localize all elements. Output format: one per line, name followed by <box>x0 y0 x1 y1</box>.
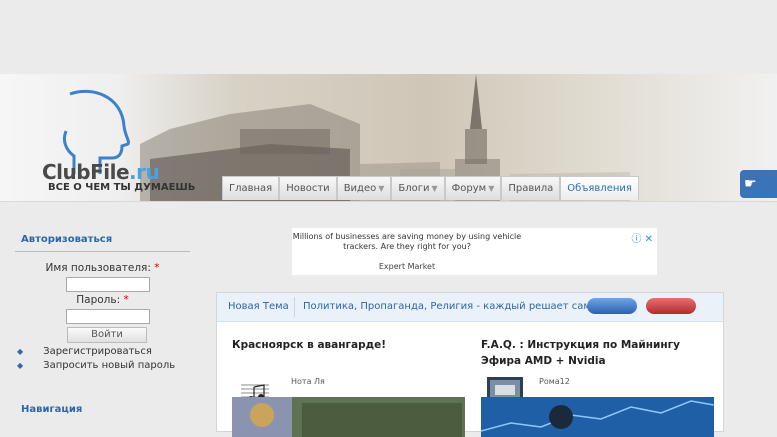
top-banner-area <box>0 0 777 74</box>
post-title[interactable]: Красноярск в авангарде! <box>232 337 462 353</box>
nav-label: Объявления <box>567 183 632 194</box>
share-hand-icon: ☛ <box>744 176 757 192</box>
chevron-down-icon: ▼ <box>378 184 385 193</box>
register-link-text: Зарегистрироваться <box>43 346 152 357</box>
ad-brand: Expert Market <box>378 262 436 271</box>
main-area: Авторизоваться Имя пользователя: * Парол… <box>0 202 777 437</box>
nav-item-news[interactable]: Новости <box>279 176 337 200</box>
post-title[interactable]: F.A.Q. : Инструкция по Майнингу Эфира AM… <box>481 337 711 369</box>
nav-item-video[interactable]: Видео ▼ <box>336 176 392 200</box>
reset-password-link-text: Запросить новый пароль <box>43 360 176 371</box>
nav-label: Блоги <box>398 183 430 194</box>
topic-tabs: Новая Тема Политика, Пропаганда, Религия… <box>217 293 723 322</box>
required-mark: * <box>123 294 129 306</box>
username-input[interactable] <box>66 277 150 292</box>
username-label-text: Имя пользователя: <box>45 262 151 274</box>
nav-item-rules[interactable]: Правила <box>501 176 561 200</box>
navigation-block-title: Навигация <box>21 404 83 415</box>
post-author[interactable]: Нота Ля <box>291 377 325 386</box>
nav-label: Главная <box>229 183 273 194</box>
share-button[interactable]: ☛ <box>740 170 777 198</box>
bullet-icon: ◆ <box>17 347 24 356</box>
logo-main: ClubFile <box>42 160 130 184</box>
post-author[interactable]: Рома12 <box>539 377 570 386</box>
nav-label: Форум <box>451 183 487 194</box>
chevron-down-icon: ▼ <box>488 184 495 193</box>
reset-password-link[interactable]: ◆ Запросить новый пароль <box>17 360 175 371</box>
nav-label: Видео <box>343 183 377 194</box>
login-block-title: Авторизоваться <box>21 234 113 245</box>
tab-politics[interactable]: Политика, Пропаганда, Религия - каждый р… <box>303 301 591 312</box>
site-slogan: ВСЕ О ЧЕМ ТЫ ДУМАЕШЬ <box>48 182 196 193</box>
login-button[interactable]: Войти <box>67 327 147 343</box>
ad-info-close-icon[interactable]: ⓘ ✕ <box>631 230 653 245</box>
logo-suffix: .ru <box>129 160 160 184</box>
nav-item-blogs[interactable]: Блоги ▼ <box>391 176 445 200</box>
nav-item-home[interactable]: Главная <box>222 176 280 200</box>
password-input[interactable] <box>66 309 150 324</box>
post-image[interactable] <box>481 397 714 437</box>
divider <box>15 251 190 252</box>
nav-label: Правила <box>508 183 554 194</box>
main-nav: Главная Новости Видео ▼ Блоги ▼ Форум ▼ Пра… <box>222 176 639 200</box>
chevron-down-icon: ▼ <box>431 184 438 193</box>
post-image[interactable] <box>232 397 465 437</box>
password-label-text: Пароль: <box>76 294 121 306</box>
tab-divider <box>294 297 295 317</box>
content-panel: Новая Тема Политика, Пропаганда, Религия… <box>216 292 724 437</box>
red-pill-button[interactable] <box>646 298 696 314</box>
nav-item-forum[interactable]: Форум ▼ <box>444 176 502 200</box>
nav-label: Новости <box>286 183 330 194</box>
password-label: Пароль: * <box>15 294 190 306</box>
tab-new-topic[interactable]: Новая Тема <box>228 301 289 312</box>
site-logo[interactable]: ClubFile.ru <box>42 160 160 184</box>
ad-copy: Millions of businesses are saving money … <box>292 232 522 251</box>
register-link[interactable]: ◆ Зарегистрироваться <box>17 346 152 357</box>
bullet-icon: ◆ <box>17 361 24 370</box>
blue-pill-button[interactable] <box>587 298 637 314</box>
nav-item-ads[interactable]: Объявления <box>560 176 639 200</box>
advertisement[interactable]: Millions of businesses are saving money … <box>292 228 657 275</box>
required-mark: * <box>154 262 160 274</box>
username-label: Имя пользователя: * <box>15 262 190 274</box>
